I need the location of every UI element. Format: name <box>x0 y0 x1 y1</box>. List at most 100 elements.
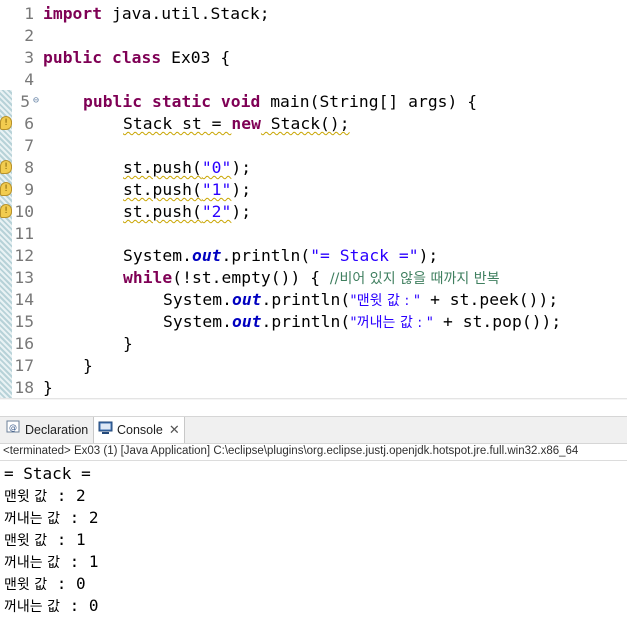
code-text: .println( <box>221 246 311 265</box>
console-icon <box>98 418 113 444</box>
warning-marker-icon[interactable]: ! <box>0 116 12 130</box>
line-number: 11 <box>14 224 34 243</box>
output-value: : 2 <box>47 486 86 505</box>
line-number: 6 <box>24 114 34 133</box>
keyword: new <box>231 114 261 133</box>
code-text: st.push( <box>123 202 202 221</box>
overview-ruler: ! ! ! ! <box>0 0 12 400</box>
output-value: : 1 <box>59 552 99 571</box>
line-number: 14 <box>14 290 34 309</box>
warning-marker-icon[interactable]: ! <box>0 160 12 174</box>
code-text: System. <box>123 246 192 265</box>
output-label: 꺼내는 값 <box>4 511 60 527</box>
code-line[interactable]: import java.util.Stack; <box>43 4 270 23</box>
line-number: 17 <box>14 356 34 375</box>
code-text: ); <box>231 202 252 221</box>
keyword: public class <box>43 48 162 67</box>
view-tab-bar: @ Declaration Console ✕ <box>0 416 627 444</box>
output-label: 맨윗 값 <box>4 577 48 593</box>
code-text: System. <box>163 312 232 331</box>
code-line[interactable]: } <box>83 356 93 375</box>
horizontal-scrollbar[interactable]: < <box>0 398 627 400</box>
code-text: java.util.Stack; <box>102 4 270 23</box>
code-text: .println( <box>261 312 351 331</box>
tab-console[interactable]: Console ✕ <box>93 417 185 443</box>
tab-declaration-label: Declaration <box>25 423 89 437</box>
close-icon[interactable]: ✕ <box>169 417 180 443</box>
keyword: public static void <box>83 92 261 111</box>
code-line[interactable]: } <box>123 334 133 353</box>
code-editor[interactable]: ! ! ! ! 1 2 3 4 5 ⊖ 6 7 8 9 10 11 12 13 … <box>0 0 627 400</box>
console-output-line: 맨윗 값 : 1 <box>4 530 86 550</box>
console-status-line: <terminated> Ex03 (1) [Java Application]… <box>0 445 627 461</box>
line-number: 12 <box>14 246 34 265</box>
code-line[interactable]: public class Ex03 { <box>43 48 230 67</box>
line-number: 18 <box>14 378 34 397</box>
static-field: out <box>231 312 262 331</box>
keyword: import <box>43 4 103 23</box>
code-line[interactable]: while(!st.empty()) { //비어 있지 않을 때까지 반복 <box>123 268 500 288</box>
code-line[interactable]: System.out.println("꺼내는 값 : " + st.pop()… <box>163 312 561 332</box>
console-output-line: 맨윗 값 : 0 <box>4 574 86 594</box>
code-text: (!st.empty()) { <box>172 268 330 287</box>
code-text: st.push( <box>123 158 202 177</box>
code-line[interactable]: System.out.println("= Stack ="); <box>123 246 438 265</box>
output-value: : 0 <box>59 596 99 615</box>
code-line[interactable]: } <box>43 378 53 397</box>
code-line[interactable]: Stack st = new Stack(); <box>123 114 350 133</box>
code-text: ); <box>418 246 439 265</box>
line-number: 16 <box>14 334 34 353</box>
keyword: while <box>123 268 173 287</box>
output-value: : 0 <box>47 574 86 593</box>
code-text: Stack st = <box>123 114 232 133</box>
divider <box>0 460 627 461</box>
string-literal: "꺼내는 값 : " <box>350 315 434 331</box>
string-literal: "0" <box>201 158 232 177</box>
string-literal: "2" <box>201 202 232 221</box>
code-line[interactable]: st.push("0"); <box>123 158 251 177</box>
tab-console-label: Console <box>117 423 163 437</box>
line-number: 8 <box>24 158 34 177</box>
terminated-label: <terminated> Ex03 (1) [Java Application]… <box>3 445 579 457</box>
console-view[interactable]: <terminated> Ex03 (1) [Java Application]… <box>0 444 627 622</box>
code-text: st.push( <box>123 180 202 199</box>
string-literal: "맨윗 값 : " <box>350 293 421 309</box>
code-line[interactable]: st.push("2"); <box>123 202 251 221</box>
tab-declaration[interactable]: @ Declaration <box>2 417 92 443</box>
line-number: 4 <box>24 70 34 89</box>
line-number: 9 <box>24 180 34 199</box>
ruler-hatch <box>0 90 12 400</box>
code-text: Ex03 { <box>161 48 231 67</box>
string-literal: "1" <box>201 180 232 199</box>
code-text: ); <box>231 158 252 177</box>
line-number: 2 <box>24 26 34 45</box>
code-line[interactable]: st.push("1"); <box>123 180 251 199</box>
line-number: 3 <box>24 48 34 67</box>
line-number: 7 <box>24 136 34 155</box>
console-output-line: 맨윗 값 : 2 <box>4 486 86 506</box>
code-text: + st.pop()); <box>433 312 562 331</box>
line-number: 1 <box>24 4 34 23</box>
line-number: 15 <box>14 312 34 331</box>
line-number: 5 <box>20 92 30 111</box>
static-field: out <box>191 246 222 265</box>
warning-marker-icon[interactable]: ! <box>0 204 12 218</box>
console-output-line: 꺼내는 값 : 2 <box>4 508 99 528</box>
svg-text:@: @ <box>9 423 17 432</box>
code-line[interactable]: public static void main(String[] args) { <box>83 92 477 111</box>
output-label: 꺼내는 값 <box>4 599 60 615</box>
code-text: .println( <box>261 290 351 309</box>
fold-collapse-icon[interactable]: ⊖ <box>33 95 39 106</box>
code-line[interactable]: System.out.println("맨윗 값 : " + st.peek()… <box>163 290 558 310</box>
console-output-line: 꺼내는 값 : 1 <box>4 552 99 572</box>
console-output-line: = Stack = <box>4 464 91 483</box>
code-text: ); <box>231 180 252 199</box>
console-output-line: 꺼내는 값 : 0 <box>4 596 99 616</box>
declaration-icon: @ <box>6 418 21 444</box>
string-literal: "= Stack =" <box>310 246 419 265</box>
code-text: main(String[] args) { <box>260 92 478 111</box>
output-value: : 1 <box>47 530 86 549</box>
code-text: Stack(); <box>260 114 350 133</box>
warning-marker-icon[interactable]: ! <box>0 182 12 196</box>
output-label: 맨윗 값 <box>4 533 48 549</box>
